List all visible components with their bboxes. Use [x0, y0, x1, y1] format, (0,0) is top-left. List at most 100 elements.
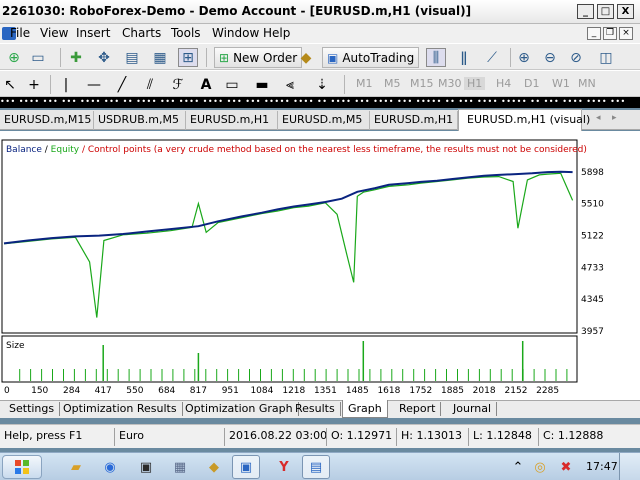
- chart-tab-eurusd-h1-visual[interactable]: EURUSD.m,H1 (visual): [458, 109, 590, 131]
- new-chart-icon[interactable]: ⊕: [4, 48, 24, 67]
- menu-help[interactable]: Help: [263, 26, 290, 40]
- fibonacci-icon[interactable]: ℱ: [168, 75, 188, 94]
- autotrading-button[interactable]: ▣ AutoTrading: [322, 47, 420, 68]
- close-button[interactable]: X: [617, 4, 634, 19]
- tab-graph[interactable]: Graph: [342, 400, 388, 418]
- timeframe-m1[interactable]: M1: [356, 77, 373, 90]
- calculator-icon[interactable]: ▦: [170, 457, 190, 477]
- horizontal-line-icon[interactable]: —: [84, 75, 104, 94]
- x-tick-label: 2018: [473, 386, 496, 396]
- status-low: L: 1.12848: [468, 428, 536, 446]
- maximize-button[interactable]: □: [597, 4, 614, 19]
- app-icon[interactable]: ▤: [302, 455, 330, 479]
- tester-graph: Balance / Equity / Control points (a ver…: [0, 131, 640, 400]
- network-icon[interactable]: ✖: [556, 457, 576, 477]
- menu-bar: File View Insert Charts Tools Window Hel…: [0, 24, 640, 43]
- timeframe-m15[interactable]: M15: [410, 77, 434, 90]
- menu-view[interactable]: View: [40, 26, 68, 40]
- timeframe-d1[interactable]: D1: [524, 77, 539, 90]
- tab-report[interactable]: Report: [394, 402, 442, 416]
- x-axis-ticks: 0 150 284 417 550 684 817 951 1084 1218 1351 1485 16…: [4, 386, 559, 396]
- tab-scroll-right-icon[interactable]: ▸: [612, 113, 617, 123]
- crosshair-icon[interactable]: +: [24, 75, 44, 94]
- strategy-tester-icon[interactable]: ▦: [150, 48, 170, 67]
- line-chart-icon[interactable]: ⟋: [482, 48, 502, 67]
- drawing-toolbar: ↖ + | — ╱ ⫽ ℱ A ▭ ▬ ⫷ ⇣ M1 M5 M15 M30 H1…: [0, 70, 640, 97]
- flag-icon[interactable]: ⌃: [508, 457, 528, 477]
- zoom-out-icon[interactable]: ⊖: [540, 48, 560, 67]
- x-tick-label: 2152: [505, 386, 528, 396]
- menu-window[interactable]: Window: [212, 26, 259, 40]
- label-icon[interactable]: ▭: [222, 75, 242, 94]
- menu-tools[interactable]: Tools: [171, 26, 201, 40]
- menu-insert[interactable]: Insert: [76, 26, 110, 40]
- terminal-icon[interactable]: ▤: [122, 48, 142, 67]
- chart-tab-eurusd-h1-2[interactable]: EURUSD.m,H1: [370, 111, 458, 130]
- tab-optimization-graph[interactable]: Optimization Graph: [180, 402, 299, 416]
- timeframe-m5[interactable]: M5: [384, 77, 401, 90]
- data-window-icon[interactable]: ⊞: [178, 48, 198, 67]
- profiles-icon[interactable]: ▭: [28, 48, 48, 67]
- timeframe-m30[interactable]: M30: [438, 77, 462, 90]
- chart-tab-eurusd-m5[interactable]: EURUSD.m,M5: [278, 111, 370, 130]
- bar-chart-icon[interactable]: ⫼: [426, 48, 446, 67]
- x-tick-label: 1885: [441, 386, 464, 396]
- x-tick-label: 1351: [314, 386, 337, 396]
- minimize-button[interactable]: _: [577, 4, 594, 19]
- market-watch-icon[interactable]: ✚: [66, 48, 86, 67]
- vertical-line-icon[interactable]: |: [56, 75, 76, 94]
- mdi-close-button[interactable]: ×: [619, 27, 633, 40]
- metaeditor-icon[interactable]: ◆: [296, 48, 316, 67]
- status-bar: Help, press F1 Euro 2016.08.22 03:00 O: …: [0, 424, 640, 448]
- timeframe-w1[interactable]: W1: [552, 77, 570, 90]
- x-tick-label: 1218: [282, 386, 305, 396]
- tab-optimization-results[interactable]: Optimization Results: [58, 402, 183, 416]
- explorer-icon[interactable]: ▰: [66, 457, 86, 477]
- chart-tab-eurusd-m15[interactable]: EURUSD.m,M15: [0, 111, 94, 130]
- terminal-app-icon[interactable]: ▣: [136, 457, 156, 477]
- menu-file[interactable]: File: [10, 26, 30, 40]
- timeframe-h4[interactable]: H4: [496, 77, 511, 90]
- chart-tab-usdrub-m5[interactable]: USDRUB.m,M5: [94, 111, 186, 130]
- tab-results[interactable]: Results: [290, 402, 341, 416]
- metatrader-icon[interactable]: ▣: [232, 455, 260, 479]
- status-help: Help, press F1: [4, 429, 83, 442]
- menu-charts[interactable]: Charts: [122, 26, 161, 40]
- mdi-minimize-button[interactable]: _: [587, 27, 601, 40]
- windows-start-icon[interactable]: [2, 455, 42, 479]
- objects-dropdown-icon[interactable]: ⇣: [312, 75, 332, 94]
- chat-icon[interactable]: ◫: [596, 48, 616, 67]
- trendline-icon[interactable]: ╱: [112, 75, 132, 94]
- x-tick-label: 2285: [536, 386, 559, 396]
- folder-icon[interactable]: ◆: [204, 457, 224, 477]
- y-tick-label: 4345: [581, 295, 604, 305]
- chart-tab-eurusd-h1[interactable]: EURUSD.m,H1: [186, 111, 278, 130]
- title-bar: 2261030: RoboForex-Demo - Demo Account -…: [0, 0, 640, 24]
- media-icon[interactable]: ◉: [100, 457, 120, 477]
- yandex-icon[interactable]: Y: [274, 457, 294, 477]
- new-order-icon: ⊞: [219, 50, 230, 65]
- mdi-restore-button[interactable]: ❐: [603, 27, 617, 40]
- indicators-icon[interactable]: ▬: [252, 75, 272, 94]
- text-icon[interactable]: A: [196, 75, 216, 94]
- status-profile: Euro: [114, 428, 222, 446]
- arrows-icon[interactable]: ⫷: [280, 75, 300, 94]
- candlesticks-icon[interactable]: ǁ: [454, 48, 474, 67]
- status-datetime: 2016.08.22 03:00: [224, 428, 327, 446]
- tab-scroll-left-icon[interactable]: ◂: [596, 113, 601, 123]
- tab-journal[interactable]: Journal: [448, 402, 498, 416]
- tile-windows-icon[interactable]: ⊘: [566, 48, 586, 67]
- volume-icon[interactable]: ◎: [530, 457, 550, 477]
- equidistant-channel-icon[interactable]: ⫽: [140, 75, 160, 94]
- show-desktop-button[interactable]: [619, 453, 640, 480]
- size-panel-label: Size: [6, 341, 25, 351]
- zoom-in-icon[interactable]: ⊕: [514, 48, 534, 67]
- tab-settings[interactable]: Settings: [4, 402, 61, 416]
- timeframe-h1[interactable]: H1: [464, 77, 486, 90]
- status-high: H: 1.13013: [396, 428, 466, 446]
- x-tick-label: 1618: [377, 386, 400, 396]
- new-order-button[interactable]: ⊞ New Order: [214, 47, 303, 68]
- timeframe-mn[interactable]: MN: [578, 77, 596, 90]
- navigator-icon[interactable]: ✥: [94, 48, 114, 67]
- cursor-icon[interactable]: ↖: [0, 75, 20, 94]
